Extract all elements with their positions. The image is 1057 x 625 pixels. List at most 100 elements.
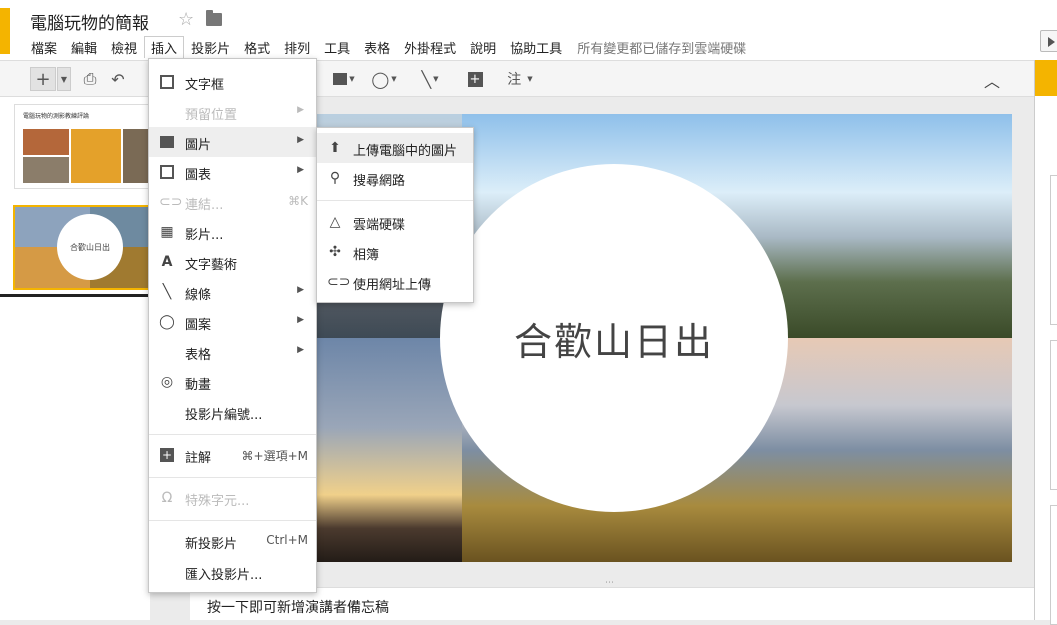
thumbnail-title: 電腦玩物的測影教練評論 [23, 113, 90, 120]
menu-addons[interactable]: 外掛程式 [397, 36, 463, 58]
line-icon: ╲ [162, 284, 172, 300]
menu-separator [149, 477, 316, 478]
menu-item-placeholder[interactable]: 預留位置 ▶ [149, 97, 316, 127]
menu-item-label: 圖片 [185, 138, 212, 153]
thumbnail-photo [123, 129, 149, 183]
submenu-item-search-web[interactable]: ⚲ 搜尋網路 [317, 163, 473, 193]
menu-item-label: 特殊字元... [185, 494, 250, 509]
menu-item-comment[interactable]: + 註解 ⌘+選項+M [149, 440, 316, 470]
thumbnail-circle-title: 合歡山日出 [57, 214, 123, 280]
submenu-item-label: 使用網址上傳 [353, 278, 432, 293]
menu-item-shortcut: Ctrl+M [266, 533, 308, 547]
menu-item-label: 圖案 [185, 318, 212, 333]
filmstrip-divider [0, 294, 150, 297]
menu-item-label: 匯入投影片... [185, 568, 263, 583]
menu-bar: 檔案 編輯 檢視 插入 投影片 格式 排列 工具 表格 外掛程式 說明 協助工具… [24, 36, 754, 58]
menu-item-image[interactable]: 圖片 ▶ [149, 127, 316, 157]
slide-title-circle[interactable]: 合歡山日出 [440, 164, 788, 512]
print-icon[interactable]: ⎙ [80, 67, 100, 91]
menu-item-new-slide[interactable]: 新投影片 Ctrl+M [149, 526, 316, 556]
menu-separator [149, 434, 316, 435]
menu-edit[interactable]: 編輯 [64, 36, 104, 58]
menu-item-label: 投影片編號... [185, 408, 263, 423]
submenu-arrow-icon: ▶ [297, 345, 304, 355]
thumbnail-photo [71, 129, 121, 183]
menu-item-label: 影片... [185, 228, 224, 243]
submenu-arrow-icon: ▶ [297, 285, 304, 295]
side-panel-header [1035, 60, 1057, 96]
menu-insert[interactable]: 插入 [144, 36, 185, 58]
side-panel-card[interactable] [1050, 340, 1057, 490]
submenu-arrow-icon: ▶ [297, 165, 304, 175]
photos-icon: ✣ [329, 244, 341, 260]
menu-file[interactable]: 檔案 [24, 36, 64, 58]
wordart-icon: A [161, 254, 173, 270]
present-button[interactable] [1040, 30, 1057, 52]
menu-accessibility[interactable]: 協助工具 [503, 36, 569, 58]
menu-slide[interactable]: 投影片 [184, 36, 237, 58]
side-panel-card[interactable] [1050, 175, 1057, 325]
menu-item-label: 線條 [185, 288, 212, 303]
animation-icon: ◎ [160, 374, 174, 390]
new-slide-dropdown-icon[interactable]: ▼ [57, 67, 71, 91]
new-slide-button[interactable]: + [30, 67, 56, 91]
menu-help[interactable]: 說明 [463, 36, 503, 58]
menu-format[interactable]: 格式 [237, 36, 277, 58]
slides-logo[interactable] [0, 8, 10, 54]
menu-arrange[interactable]: 排列 [277, 36, 317, 58]
comment-toolbar-label: 注 [507, 72, 522, 88]
menu-item-table[interactable]: 表格 ▶ [149, 337, 316, 367]
document-title[interactable]: 電腦玩物的簡報 [30, 9, 149, 34]
submenu-arrow-icon: ▶ [297, 315, 304, 325]
menu-view[interactable]: 檢視 [104, 36, 144, 58]
collapse-toolbar-icon[interactable]: ︿ [984, 68, 1000, 92]
search-icon: ⚲ [329, 170, 341, 186]
menu-item-link[interactable]: ⊂⊃ 連結... ⌘K [149, 187, 316, 217]
menu-item-shape[interactable]: ◯ 圖案 ▶ [149, 307, 316, 337]
line-tool-icon[interactable]: ╲ ▼ [412, 67, 448, 91]
menu-item-chart[interactable]: 圖表 ▶ [149, 157, 316, 187]
submenu-arrow-icon: ▶ [297, 105, 304, 115]
folder-icon[interactable] [206, 10, 222, 26]
play-icon [1048, 37, 1055, 47]
submenu-item-label: 相簿 [353, 248, 380, 263]
menu-item-special-chars[interactable]: Ω 特殊字元... [149, 483, 316, 513]
menu-separator [317, 200, 473, 201]
submenu-item-by-url[interactable]: ⊂⊃ 使用網址上傳 [317, 267, 473, 297]
undo-icon[interactable]: ↶ [108, 67, 128, 91]
menu-item-label: 圖表 [185, 168, 212, 183]
submenu-item-photos[interactable]: ✣ 相簿 [317, 237, 473, 267]
comment-toolbar-button[interactable]: 注 ▼ [500, 67, 540, 91]
menu-item-import-slides[interactable]: 匯入投影片... [149, 557, 316, 587]
menu-item-wordart[interactable]: A 文字藝術 [149, 247, 316, 277]
menu-item-textbox[interactable]: 文字框 [149, 67, 316, 97]
drive-icon: △ [329, 214, 341, 230]
menu-item-video[interactable]: ▦ 影片... [149, 217, 316, 247]
speaker-notes-placeholder: 按一下即可新增演講者備忘稿 [207, 600, 389, 616]
right-side-panel [1034, 60, 1057, 625]
add-comment-icon[interactable]: + [464, 67, 486, 91]
menu-table[interactable]: 表格 [357, 36, 397, 58]
insert-image-icon[interactable]: ▼ [330, 67, 358, 91]
menu-item-label: 連結... [185, 198, 224, 213]
shape-icon[interactable]: ◯ ▼ [368, 67, 400, 91]
submenu-item-drive[interactable]: △ 雲端硬碟 [317, 207, 473, 237]
video-icon: ▦ [160, 224, 174, 240]
star-icon[interactable]: ☆ [178, 9, 194, 30]
save-status[interactable]: 所有變更都已儲存到雲端硬碟 [569, 36, 754, 58]
slide-thumbnail-1[interactable]: 電腦玩物的測影教練評論 [14, 104, 150, 189]
image-submenu: ⬆ 上傳電腦中的圖片 ⚲ 搜尋網路 △ 雲端硬碟 ✣ 相簿 ⊂⊃ 使用網址上傳 [316, 127, 474, 303]
menu-tools[interactable]: 工具 [317, 36, 357, 58]
menu-item-slide-numbers[interactable]: 投影片編號... [149, 397, 316, 427]
thumbnail-photo [23, 129, 69, 155]
submenu-arrow-icon: ▶ [297, 135, 304, 145]
submenu-item-upload[interactable]: ⬆ 上傳電腦中的圖片 [317, 133, 473, 163]
shape-icon: ◯ [159, 314, 175, 330]
slide-thumbnail-2[interactable]: 合歡山日出 [13, 205, 150, 290]
side-panel-card[interactable] [1050, 505, 1057, 625]
menu-item-animation[interactable]: ◎ 動畫 [149, 367, 316, 397]
slide-title[interactable]: 合歡山日出 [514, 311, 714, 366]
menu-item-label: 文字框 [185, 78, 225, 93]
thumbnail-photo [23, 157, 69, 183]
menu-item-line[interactable]: ╲ 線條 ▶ [149, 277, 316, 307]
